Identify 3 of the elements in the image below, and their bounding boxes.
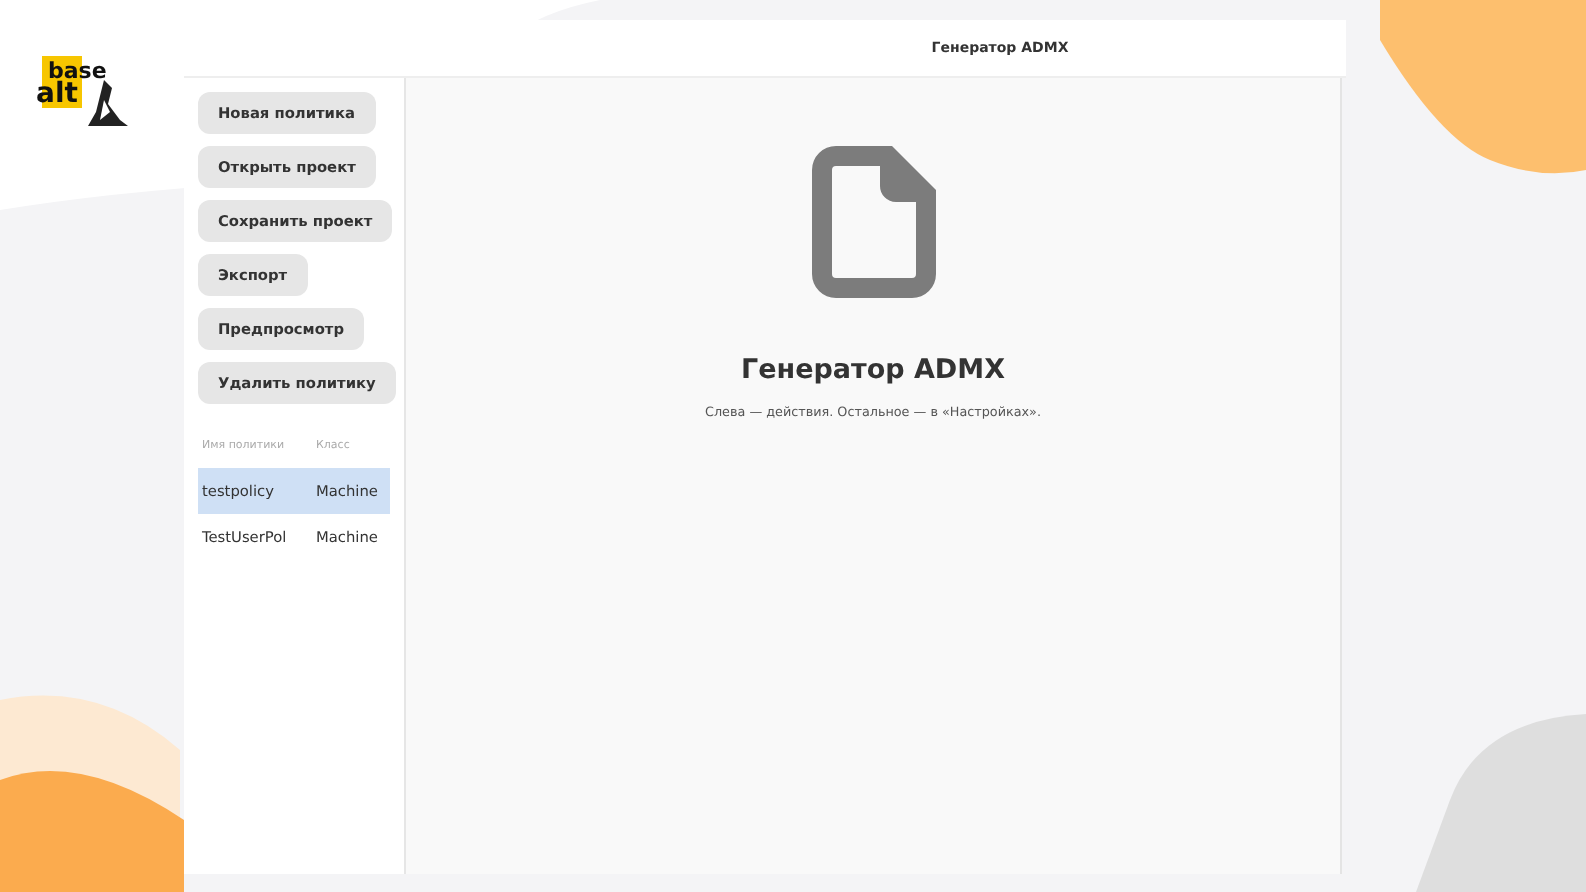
- document-icon: [811, 146, 935, 298]
- welcome-heading: Генератор ADMX: [741, 354, 1005, 386]
- penguin-icon: [88, 76, 132, 128]
